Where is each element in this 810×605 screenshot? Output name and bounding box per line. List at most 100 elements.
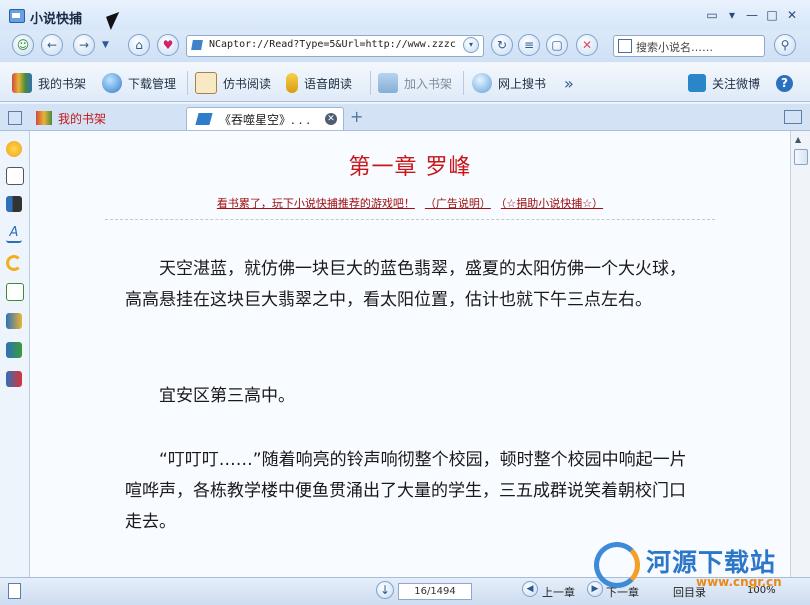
scroll-thumb[interactable]	[794, 149, 808, 165]
weibo-icon	[688, 74, 706, 92]
microphone-icon	[286, 73, 298, 93]
main-toolbar: 我的书架 下载管理 仿书阅读 语音朗读 加入书架 网上搜书 » 关注微博 ?	[0, 63, 810, 102]
help-button[interactable]: ?	[776, 72, 793, 94]
toolbar-label: 我的书架	[38, 76, 87, 91]
tab-novel[interactable]: 《吞噬星空》. . . ✕	[186, 107, 344, 130]
navigation-bar: ☺ ← → ▼ ⌂ ♥ NCaptor://Read?Type=5&Url=ht…	[0, 30, 810, 62]
toolbar-voice-read[interactable]: 语音朗读	[286, 72, 352, 94]
back-button[interactable]: ←	[41, 34, 63, 56]
donate-link[interactable]: （☆捐助小说快捕☆）	[501, 197, 603, 210]
page-number[interactable]: 16/1494	[398, 583, 472, 600]
toolbar-download-manager[interactable]: 下载管理	[102, 72, 176, 94]
paragraph: “叮叮叮……”随着响亮的铃声响彻整个校园，顿时整个校园中响起一片喧哗声，各栋教学…	[125, 450, 687, 532]
font-icon[interactable]: A	[6, 225, 22, 243]
history-dropdown-icon[interactable]: ▼	[102, 40, 109, 50]
scroll-down-button[interactable]: ↓	[376, 581, 394, 599]
tab-my-bookshelf[interactable]: 我的书架	[36, 107, 106, 129]
title-bar: 小说快捕 ▭ ▾ — □ ✕	[0, 0, 810, 30]
bookshelf-icon	[36, 111, 52, 125]
add-book-icon	[378, 73, 398, 93]
bookmark-add-icon[interactable]	[6, 313, 22, 329]
menu-icon[interactable]: ▾	[724, 7, 740, 23]
bookmark-go-icon[interactable]	[6, 342, 22, 358]
app-icon	[9, 9, 25, 23]
scroll-icon[interactable]	[6, 196, 22, 212]
ad-info-link[interactable]: （广告说明）	[425, 197, 491, 210]
list-icon[interactable]: ≡	[518, 34, 540, 56]
close-button[interactable]: ✕	[784, 7, 800, 23]
toolbar-my-bookshelf[interactable]: 我的书架	[12, 72, 86, 94]
help-icon: ?	[776, 74, 793, 92]
toolbar-follow-weibo[interactable]: 关注微博	[688, 72, 760, 94]
window-layout-icon[interactable]	[784, 110, 802, 124]
window-title: 小说快捕	[30, 12, 83, 27]
watermark-logo: 河源下载站 www.cngr.cn	[588, 538, 810, 600]
web-search-icon	[472, 73, 492, 93]
stop-button[interactable]: ✕	[576, 34, 598, 56]
reading-pane[interactable]: 第一章 罗峰 看书累了，玩下小说快捕推荐的游戏吧！ （广告说明） （☆捐助小说快捕☆…	[30, 131, 790, 577]
toolbar-label: 加入书架	[404, 76, 453, 91]
sidebar-toggle-icon[interactable]	[8, 111, 22, 125]
mouse-cursor-icon	[106, 12, 124, 30]
export-icon[interactable]	[6, 283, 24, 301]
scroll-up-arrow[interactable]: ▲	[795, 135, 801, 144]
book-icon	[195, 113, 213, 125]
bookmark-delete-icon[interactable]	[6, 371, 22, 387]
search-input[interactable]: 搜索小说名……	[613, 35, 765, 57]
tab-label: 我的书架	[58, 111, 107, 126]
address-bar[interactable]: NCaptor://Read?Type=5&Url=http://www.zzz…	[186, 35, 484, 57]
document-icon[interactable]: ▢	[546, 34, 568, 56]
more-chevron-icon: »	[564, 73, 574, 93]
chapter-title: 第一章 罗峰	[348, 155, 472, 180]
toolbar-label: 仿书阅读	[223, 76, 272, 91]
toolbar-label: 网上搜书	[498, 76, 547, 91]
prev-chapter-button[interactable]: 上一章	[542, 584, 575, 600]
divider	[370, 71, 371, 95]
left-tool-sidebar: A	[0, 131, 30, 577]
brightness-icon[interactable]	[6, 141, 22, 157]
divider	[463, 71, 464, 95]
search-engine-icon	[618, 39, 632, 53]
new-tab-button[interactable]: +	[350, 107, 363, 126]
search-placeholder: 搜索小说名……	[636, 41, 713, 54]
paragraph: 宜安区第三高中。	[159, 386, 295, 406]
globe-download-icon	[102, 73, 122, 93]
vertical-scrollbar[interactable]: ▲	[790, 131, 810, 577]
watermark-circle-icon	[594, 542, 640, 588]
open-book-icon	[195, 72, 217, 94]
tab-label: 《吞噬星空》. . .	[219, 112, 311, 127]
toolbar-more-button[interactable]: »	[564, 72, 574, 94]
divider	[105, 219, 715, 220]
address-text: NCaptor://Read?Type=5&Url=http://www.zzz…	[209, 39, 456, 50]
toolbar-label: 下载管理	[128, 76, 177, 91]
favorite-heart-icon[interactable]: ♥	[157, 34, 179, 56]
divider	[187, 71, 188, 95]
watermark-url: www.cngr.cn	[696, 575, 782, 589]
maximize-button[interactable]: □	[764, 7, 780, 23]
tab-bar: 我的书架 《吞噬星空》. . . ✕ +	[0, 104, 810, 131]
toolbar-web-search[interactable]: 网上搜书	[472, 72, 546, 94]
paragraph: 天空湛蓝，就仿佛一块巨大的蓝色翡翠，盛夏的太阳仿佛一个大火球，高高悬挂在这块巨大…	[125, 259, 686, 310]
ad-links: 看书累了，玩下小说快捕推荐的游戏吧！ （广告说明） （☆捐助小说快捕☆）	[30, 195, 790, 211]
prev-chapter-icon[interactable]: ◀	[522, 581, 538, 597]
feedback-icon[interactable]: ▭	[704, 7, 720, 23]
game-ad-link[interactable]: 看书累了，玩下小说快捕推荐的游戏吧！	[217, 197, 415, 210]
hand-icon[interactable]	[6, 167, 24, 185]
bookshelf-icon	[12, 73, 32, 93]
tab-close-icon[interactable]: ✕	[325, 113, 337, 125]
toolbar-label: 语音朗读	[304, 76, 353, 91]
page-icon	[191, 40, 203, 50]
home-button[interactable]: ⌂	[128, 34, 150, 56]
refresh-button[interactable]: ↻	[491, 34, 513, 56]
watermark-text: 河源下载站	[646, 548, 777, 577]
redo-icon[interactable]	[6, 255, 22, 271]
page-icon	[8, 583, 21, 599]
toolbar-label: 关注微博	[712, 76, 761, 91]
forward-button[interactable]: →	[73, 34, 95, 56]
toolbar-book-reading[interactable]: 仿书阅读	[195, 72, 271, 94]
minimize-button[interactable]: —	[744, 7, 760, 23]
address-dropdown-icon[interactable]: ▾	[463, 37, 479, 53]
toolbar-add-to-shelf[interactable]: 加入书架	[378, 72, 452, 94]
user-icon[interactable]: ☺	[12, 34, 34, 56]
search-button[interactable]: ⚲	[774, 34, 796, 56]
